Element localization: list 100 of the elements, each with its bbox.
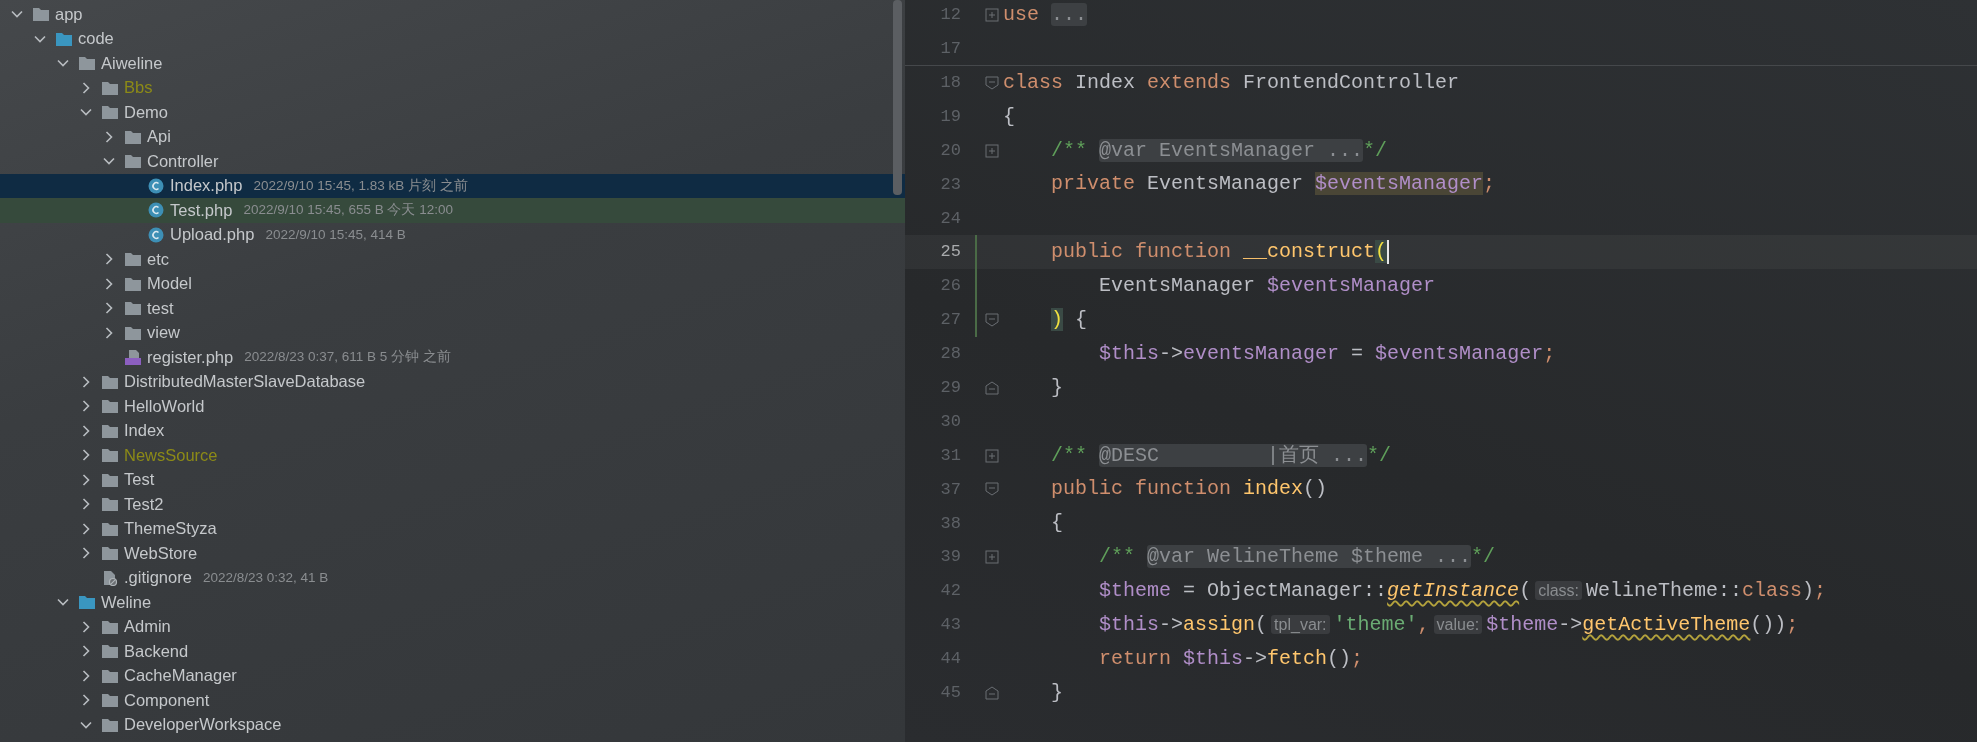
tree-row[interactable]: Api xyxy=(0,124,905,149)
tree-item-label: Controller xyxy=(147,150,219,172)
line-number: 20 xyxy=(939,139,961,162)
folder-icon xyxy=(101,422,119,439)
code-line: ) { xyxy=(1050,306,1088,333)
tree-row[interactable]: HelloWorld xyxy=(0,394,905,419)
code-line: $this->assign( tpl_var: 'theme', value: $theme->getActiveTheme()); xyxy=(1098,611,1799,638)
tree-item-label: Admin xyxy=(124,616,171,638)
tree-row[interactable]: .gitignore 2022/8/23 0:32, 41 B xyxy=(0,565,905,590)
tree-row[interactable]: ThemeStyza xyxy=(0,516,905,541)
line-number: 23 xyxy=(939,173,961,196)
tree-item-label: Demo xyxy=(124,101,168,123)
code-line: $this->eventsManager = $eventsManager; xyxy=(1098,340,1556,367)
folder-icon xyxy=(124,153,142,170)
line-number: 39 xyxy=(939,546,961,569)
tree-item-label: .gitignore xyxy=(124,567,192,589)
tree-row[interactable]: Aiweline xyxy=(0,51,905,76)
code-line: $theme = ObjectManager::getInstance( class: WelineTheme::class); xyxy=(1098,578,1827,605)
tree-item-label: etc xyxy=(147,248,169,270)
tree-row[interactable]: DistributedMasterSlaveDatabase xyxy=(0,369,905,394)
code-line: } xyxy=(1050,679,1064,706)
folder-icon xyxy=(101,447,119,464)
tree-row[interactable]: code xyxy=(0,26,905,51)
tree-row[interactable]: WebStore xyxy=(0,541,905,566)
tree-item-label: WebStore xyxy=(124,542,198,564)
tree-item-label: Index xyxy=(124,420,165,442)
tree-row[interactable]: test xyxy=(0,296,905,321)
tree-row[interactable]: register.php 2022/8/23 0:37, 611 B 5 分钟 之前 xyxy=(0,345,905,370)
tree-row[interactable]: Index xyxy=(0,418,905,443)
code-line: /** @var WelineTheme $theme ...*/ xyxy=(1098,544,1496,571)
folder-icon xyxy=(101,716,119,733)
tree-item-label: view xyxy=(147,322,180,344)
tree-row[interactable]: Test xyxy=(0,467,905,492)
tree-row[interactable]: view xyxy=(0,320,905,345)
tree-row[interactable]: DeveloperWorkspace xyxy=(0,712,905,737)
folder-icon xyxy=(101,667,119,684)
tree-row[interactable]: CacheManager xyxy=(0,663,905,688)
file-info-text: 2022/8/23 0:37, 611 B 5 分钟 之前 xyxy=(244,348,451,367)
folder-icon xyxy=(101,692,119,709)
tree-row[interactable]: Backend xyxy=(0,639,905,664)
folder-icon xyxy=(124,324,142,341)
file-info-text: 2022/8/23 0:32, 41 B xyxy=(202,568,329,587)
line-number: 18 xyxy=(939,71,961,94)
folder-icon xyxy=(101,104,119,121)
tree-item-label: HelloWorld xyxy=(124,395,205,417)
folder-icon xyxy=(78,594,96,611)
code-line: public function index() xyxy=(1050,476,1328,503)
tree-item-label: Bbs xyxy=(124,77,153,99)
line-number: 45 xyxy=(939,682,961,704)
code-line: } xyxy=(1050,374,1064,401)
tree-row[interactable]: app xyxy=(0,2,905,27)
line-number: 29 xyxy=(939,377,961,399)
tree-item-label: register.php xyxy=(147,346,234,368)
scrollbar-thumb[interactable] xyxy=(893,0,902,195)
line-number: 28 xyxy=(939,343,961,366)
file-info-text: 2022/9/10 15:45, 655 B 今天 12:00 xyxy=(243,201,454,220)
code-line: private EventsManager $eventsManager; xyxy=(1050,171,1496,198)
code-line: /** @var EventsManager ...*/ xyxy=(1050,137,1388,164)
tree-row[interactable]: Test2 xyxy=(0,492,905,517)
class-file-icon xyxy=(147,226,165,243)
folder-icon xyxy=(101,545,119,562)
folder-icon xyxy=(124,300,142,317)
tree-item-label: Model xyxy=(147,273,192,295)
tree-item-label: NewsSource xyxy=(124,444,218,466)
tree-row[interactable]: Test.php 2022/9/10 15:45, 655 B 今天 12:00 xyxy=(0,198,905,223)
code-line: class Index extends FrontendController xyxy=(1003,69,1460,96)
code-line: public function __construct( xyxy=(1050,239,1388,266)
tree-row[interactable]: etc xyxy=(0,247,905,272)
tree-item-label: Weline xyxy=(101,591,152,613)
tree-item-label: Aiweline xyxy=(101,52,163,74)
tree-item-label: DistributedMasterSlaveDatabase xyxy=(124,371,366,393)
tree-item-label: ThemeStyza xyxy=(124,518,217,540)
tree-row[interactable]: Weline xyxy=(0,590,905,615)
line-number: 43 xyxy=(939,614,961,637)
tree-row[interactable]: Model xyxy=(0,271,905,296)
code-line: { xyxy=(1050,510,1064,537)
fold-icon[interactable] xyxy=(985,380,999,395)
folder-icon xyxy=(55,30,73,47)
tree-row[interactable]: Controller xyxy=(0,149,905,174)
fold-icon[interactable] xyxy=(985,312,999,327)
tree-item-label: CacheManager xyxy=(124,665,237,687)
code-line: return $this->fetch(); xyxy=(1098,645,1364,672)
line-number: 26 xyxy=(939,275,961,298)
folder-icon xyxy=(101,618,119,635)
tree-item-label: Index.php xyxy=(170,175,243,197)
php-file-icon xyxy=(124,349,142,366)
code-line: { xyxy=(1003,103,1015,130)
tree-item-label: test xyxy=(147,297,174,319)
tree-item-label: DeveloperWorkspace xyxy=(124,714,282,736)
tree-row[interactable]: Upload.php 2022/9/10 15:45, 414 B xyxy=(0,222,905,247)
tree-row[interactable]: Admin xyxy=(0,614,905,639)
file-info-text: 2022/9/10 15:45, 1.83 kB 片刻 之前 xyxy=(253,176,468,195)
folder-icon xyxy=(101,79,119,96)
tree-row[interactable]: Index.php 2022/9/10 15:45, 1.83 kB 片刻 之前 xyxy=(0,173,905,198)
tree-row[interactable]: Component xyxy=(0,688,905,713)
tree-item-label: Test xyxy=(124,469,155,491)
line-number: 24 xyxy=(939,207,961,230)
tree-row[interactable]: Demo xyxy=(0,100,905,125)
folder-icon xyxy=(101,471,119,488)
line-number: 37 xyxy=(939,478,961,501)
